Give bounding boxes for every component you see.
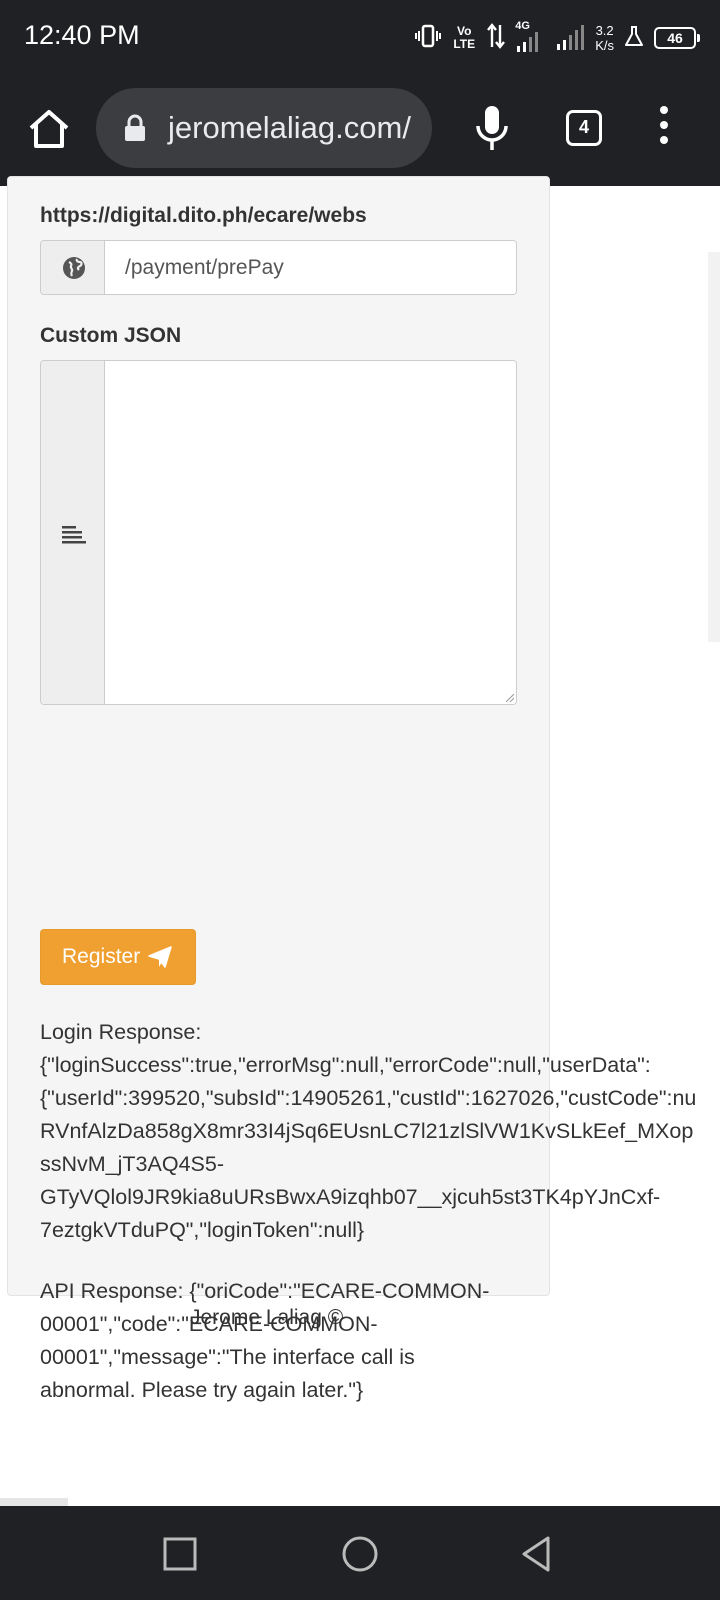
login-response-line: 7eztgkVTduPQ","loginToken":null}: [40, 1218, 365, 1242]
mic-icon: [476, 106, 508, 150]
home-button[interactable]: [26, 106, 72, 152]
battery-icon: 46: [654, 27, 700, 49]
menu-dot: [660, 136, 668, 144]
resize-grip-icon[interactable]: [506, 694, 514, 702]
signal-4g-icon: 4G: [515, 20, 545, 54]
endpoint-input[interactable]: [105, 241, 516, 294]
home-icon: [29, 110, 69, 148]
net-speed: 3.2 K/s: [595, 23, 614, 53]
login-response-line: {"loginSuccess":true,"errorMsg":null,"er…: [40, 1053, 651, 1077]
net-speed-value: 3.2: [595, 23, 614, 38]
browser-toolbar: jeromelaliag.com/ 4: [0, 76, 720, 186]
status-time: 12:40 PM: [24, 20, 140, 50]
lock-icon: [125, 114, 145, 141]
menu-dot: [660, 121, 668, 129]
json-input-group: [40, 360, 517, 705]
square-icon: [163, 1537, 197, 1571]
align-left-icon: [62, 526, 86, 544]
login-response-line: Login Response:: [40, 1020, 202, 1044]
back-triangle-icon: [522, 1536, 550, 1572]
api-response: API Response: {"oriCode":"ECARE-COMMON- …: [40, 1275, 489, 1407]
url-text: jeromelaliag.com/: [168, 110, 411, 145]
register-button[interactable]: Register: [40, 929, 196, 985]
footer-copyright: Jerome Laliag ©: [190, 1306, 344, 1329]
api-response-line: 00001","message":"The interface call is: [40, 1345, 415, 1369]
page-content: https://digital.dito.ph/ecare/webs Custo…: [0, 176, 720, 1506]
net-speed-unit: K/s: [595, 38, 614, 53]
home-nav-button[interactable]: [340, 1534, 380, 1574]
horizontal-overflow-shadow: [708, 252, 720, 642]
circle-icon: [342, 1536, 378, 1572]
lab-icon: [624, 25, 644, 52]
globe-icon: [63, 257, 85, 279]
custom-json-label: Custom JSON: [40, 324, 182, 347]
status-bar: 12:40 PM Vo LTE 4G 3.2 K/s 46: [0, 0, 720, 76]
tab-switcher-button[interactable]: 4: [566, 110, 602, 146]
login-response-line: ssNvM_jT3AQ4S5-: [40, 1152, 224, 1176]
volte-icon: Vo LTE: [453, 24, 476, 51]
more-vert-icon[interactable]: [652, 106, 676, 154]
base-url-label: https://digital.dito.ph/ecare/webs: [40, 204, 367, 227]
page-scrollbar[interactable]: [0, 1498, 68, 1506]
custom-json-textarea[interactable]: [105, 361, 516, 704]
voice-search-button[interactable]: [474, 104, 510, 154]
api-response-line: abnormal. Please try again later."}: [40, 1378, 364, 1402]
data-arrows-icon: [487, 22, 506, 54]
register-label: Register: [62, 945, 141, 968]
form-panel: https://digital.dito.ph/ecare/webs Custo…: [7, 176, 696, 1402]
endpoint-addon: [41, 241, 105, 294]
login-response-line: RVnfAlzDa858gX8mr33I4jSq6EUsnLC7l21zlSlV…: [40, 1119, 694, 1143]
system-nav-bar: [0, 1506, 720, 1600]
login-response-line: {"userId":399520,"subsId":14905261,"cust…: [40, 1086, 697, 1110]
login-response: Login Response: {"loginSuccess":true,"er…: [40, 1016, 696, 1247]
back-button[interactable]: [518, 1534, 558, 1574]
status-icons: Vo LTE 4G 3.2 K/s 46: [405, 18, 700, 58]
paper-plane-icon: [148, 946, 172, 968]
endpoint-input-group: [40, 240, 517, 295]
address-bar[interactable]: jeromelaliag.com/: [96, 88, 432, 168]
api-response-line: API Response: {"oriCode":"ECARE-COMMON-: [40, 1279, 490, 1303]
vibrate-icon: [415, 24, 442, 53]
menu-dot: [660, 106, 668, 114]
login-response-line: GTyVQlol9JR9kia8uURsBwxA9izqhb07__xjcuh5…: [40, 1185, 661, 1209]
recents-button[interactable]: [160, 1534, 200, 1574]
json-addon: [41, 361, 105, 704]
signal-icon: [555, 20, 585, 57]
